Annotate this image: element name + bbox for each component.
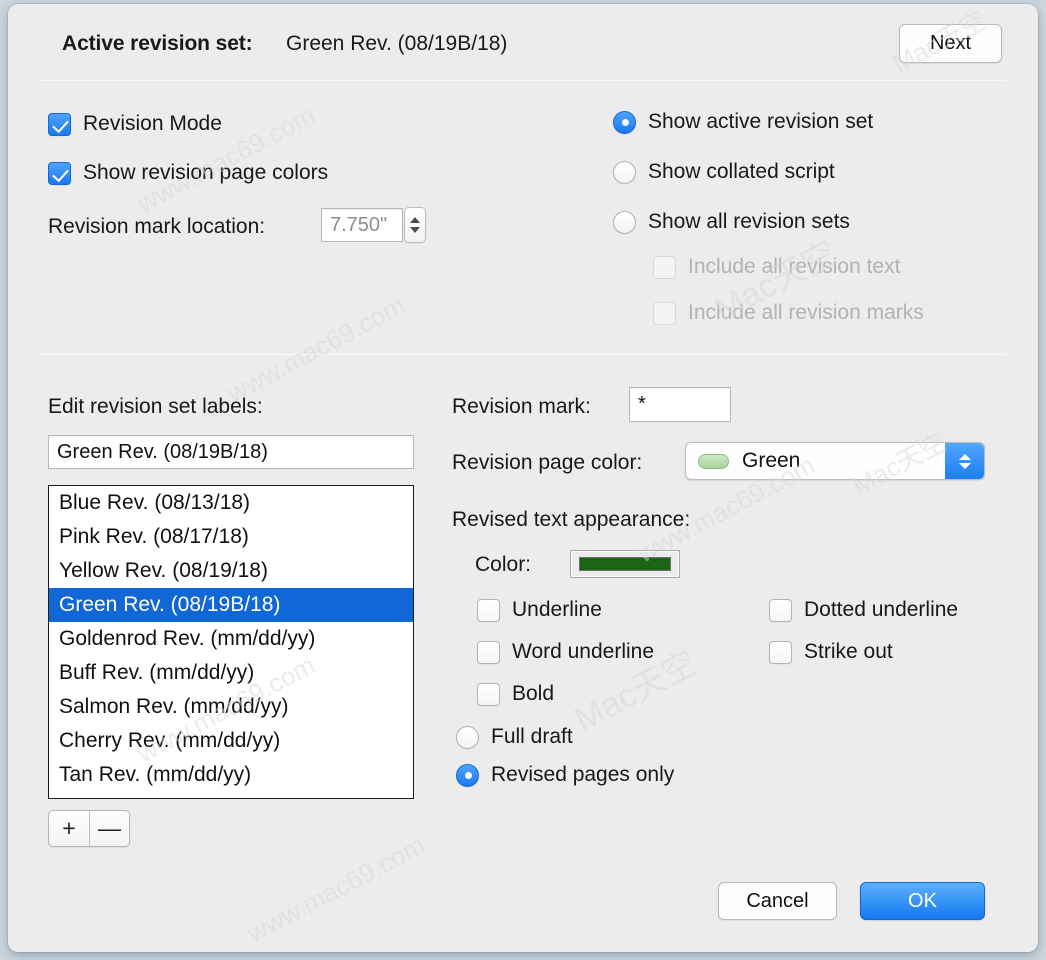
cancel-button[interactable]: Cancel <box>718 882 837 920</box>
checkbox-icon[interactable] <box>477 599 500 622</box>
chevron-up-icon[interactable] <box>410 217 420 223</box>
checkbox-label: Include all revision marks <box>688 301 924 325</box>
checkbox-include-all-revision-marks: Include all revision marks <box>653 301 924 325</box>
radio-icon[interactable] <box>456 726 479 749</box>
radio-label: Full draft <box>491 725 573 749</box>
checkbox-show-revision-page-colors[interactable]: Show revision page colors <box>48 161 328 185</box>
remove-revision-set-button[interactable]: — <box>89 811 129 846</box>
checkbox-label: Underline <box>512 598 602 622</box>
list-item[interactable]: Pink Rev. (08/17/18) <box>49 520 413 554</box>
checkbox-icon[interactable] <box>48 162 71 185</box>
checkbox-word-underline[interactable]: Word underline <box>477 640 654 664</box>
color-swatch-icon <box>698 454 729 469</box>
active-revision-set-value: Green Rev. (08/19B/18) <box>286 32 507 56</box>
checkbox-label: Word underline <box>512 640 654 664</box>
radio-icon[interactable] <box>456 764 479 787</box>
radio-icon[interactable] <box>613 111 636 134</box>
list-item[interactable]: Blue Rev. (08/13/18) <box>49 486 413 520</box>
checkbox-icon[interactable] <box>48 113 71 136</box>
checkbox-label: Show revision page colors <box>83 161 328 185</box>
revision-set-list[interactable]: Blue Rev. (08/13/18) Pink Rev. (08/17/18… <box>48 485 414 799</box>
revision-mark-location-label: Revision mark location: <box>48 215 265 239</box>
checkbox-revision-mode[interactable]: Revision Mode <box>48 112 222 136</box>
revised-text-appearance-heading: Revised text appearance: <box>452 508 690 532</box>
ok-button[interactable]: OK <box>860 882 985 920</box>
list-item-selected[interactable]: Green Rev. (08/19B/18) <box>49 588 413 622</box>
checkbox-label: Include all revision text <box>688 255 900 279</box>
checkbox-icon[interactable] <box>477 641 500 664</box>
revised-text-color-label: Color: <box>475 553 531 577</box>
list-item[interactable]: Cherry Rev. (mm/dd/yy) <box>49 724 413 758</box>
checkbox-underline[interactable]: Underline <box>477 598 602 622</box>
radio-full-draft[interactable]: Full draft <box>456 725 573 749</box>
revision-mark-label: Revision mark: <box>452 395 591 419</box>
chevron-down-icon[interactable] <box>410 227 420 233</box>
revision-page-color-value: Green <box>742 449 945 473</box>
radio-label: Show collated script <box>648 160 835 184</box>
radio-icon[interactable] <box>613 211 636 234</box>
radio-icon[interactable] <box>613 161 636 184</box>
checkbox-icon <box>653 256 676 279</box>
revision-mark-input[interactable]: * <box>629 387 731 422</box>
divider-top <box>40 80 1006 81</box>
chevron-up-down-icon[interactable] <box>945 443 984 479</box>
watermark-text: www.mac69.com <box>242 830 430 950</box>
checkbox-include-all-revision-text: Include all revision text <box>653 255 900 279</box>
watermark-text: www.mac69.com <box>222 290 410 410</box>
chevron-down-icon <box>959 463 971 469</box>
edit-revision-set-labels-heading: Edit revision set labels: <box>48 395 263 419</box>
dialog-header: Active revision set: Green Rev. (08/19B/… <box>8 4 1038 86</box>
radio-revised-pages-only[interactable]: Revised pages only <box>456 763 674 787</box>
list-item[interactable]: Salmon Rev. (mm/dd/yy) <box>49 690 413 724</box>
list-add-remove-group[interactable]: + — <box>48 810 130 847</box>
checkbox-icon[interactable] <box>477 683 500 706</box>
list-item[interactable]: Goldenrod Rev. (mm/dd/yy) <box>49 622 413 656</box>
radio-label: Revised pages only <box>491 763 674 787</box>
radio-label: Show all revision sets <box>648 210 850 234</box>
radio-show-all-revision-sets[interactable]: Show all revision sets <box>613 210 850 234</box>
revision-mark-location-stepper[interactable] <box>404 207 426 243</box>
checkbox-icon[interactable] <box>769 641 792 664</box>
checkbox-label: Dotted underline <box>804 598 958 622</box>
revision-page-color-popup[interactable]: Green <box>685 442 985 480</box>
checkbox-label: Bold <box>512 682 554 706</box>
revision-mark-location-input[interactable]: 7.750" <box>321 208 403 242</box>
list-item[interactable]: Yellow Rev. (08/19/18) <box>49 554 413 588</box>
radio-show-active-revision-set[interactable]: Show active revision set <box>613 110 873 134</box>
checkbox-icon[interactable] <box>769 599 792 622</box>
checkbox-label: Revision Mode <box>83 112 222 136</box>
checkbox-dotted-underline[interactable]: Dotted underline <box>769 598 958 622</box>
revision-set-label-input[interactable]: Green Rev. (08/19B/18) <box>48 435 414 469</box>
checkbox-icon <box>653 302 676 325</box>
chevron-up-icon <box>959 454 971 460</box>
radio-label: Show active revision set <box>648 110 873 134</box>
divider-middle <box>40 354 1006 355</box>
next-button[interactable]: Next <box>899 24 1002 63</box>
color-swatch-icon <box>579 557 671 571</box>
checkbox-bold[interactable]: Bold <box>477 682 554 706</box>
checkbox-label: Strike out <box>804 640 893 664</box>
revision-settings-dialog: Active revision set: Green Rev. (08/19B/… <box>8 4 1038 952</box>
checkbox-strike-out[interactable]: Strike out <box>769 640 893 664</box>
list-item[interactable]: Tan Rev. (mm/dd/yy) <box>49 758 413 792</box>
add-revision-set-button[interactable]: + <box>49 811 89 846</box>
active-revision-set-label: Active revision set: <box>62 32 253 56</box>
list-item[interactable]: Buff Rev. (mm/dd/yy) <box>49 656 413 690</box>
revised-text-color-well[interactable] <box>570 550 680 578</box>
radio-show-collated-script[interactable]: Show collated script <box>613 160 835 184</box>
revision-page-color-label: Revision page color: <box>452 451 642 475</box>
screen: Active revision set: Green Rev. (08/19B/… <box>0 0 1046 960</box>
